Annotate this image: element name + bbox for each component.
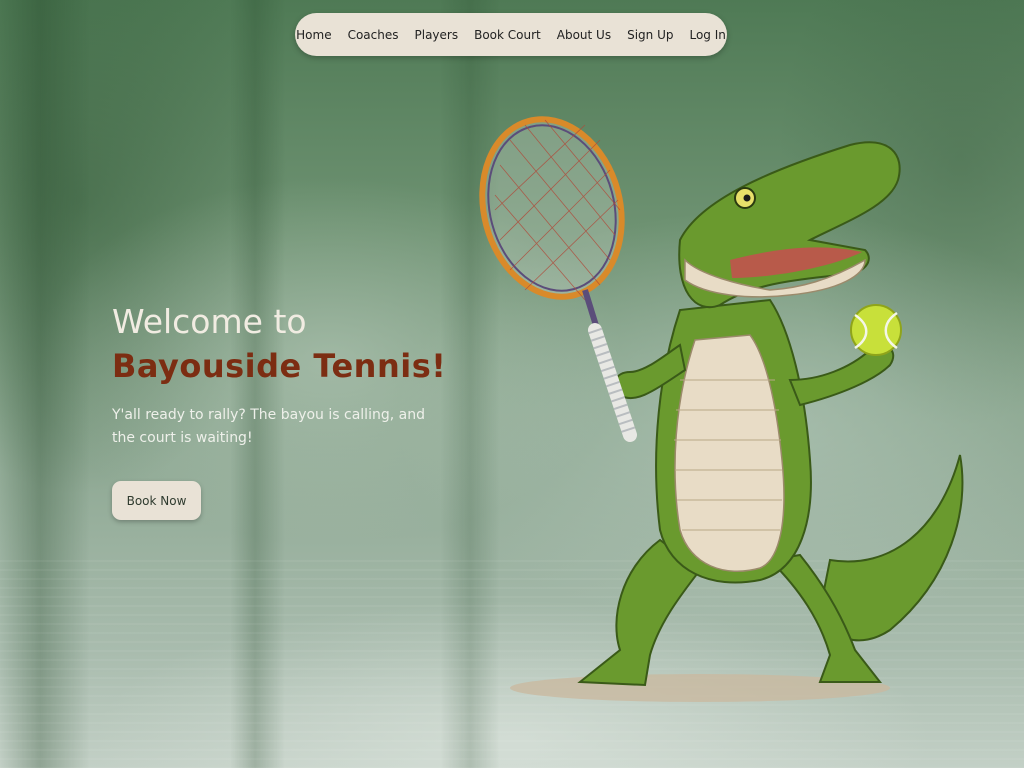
alligator-tennis-mascot-icon [479,116,964,702]
hero-heading-welcome: Welcome to [112,302,307,341]
tennis-ball-icon [850,304,902,356]
nav-coaches-link[interactable]: Coaches [340,28,407,42]
mascot-tail [818,454,964,642]
nav-players-link[interactable]: Players [407,28,467,42]
nav-home-link[interactable]: Home [288,28,339,42]
hero-section: Welcome to Bayouside Tennis! Y'all ready… [112,300,452,450]
nav-book-court-link[interactable]: Book Court [466,28,549,42]
nav-sign-up-link[interactable]: Sign Up [619,28,681,42]
tennis-racket-icon [479,116,637,442]
book-now-button[interactable]: Book Now [112,481,201,520]
hero-subtitle: Y'all ready to rally? The bayou is calli… [112,407,425,446]
hero-heading-brand: Bayouside Tennis! [112,347,447,385]
nav-log-in-link[interactable]: Log In [681,28,733,42]
nav-about-us-link[interactable]: About Us [549,28,619,42]
main-navigation: Home Coaches Players Book Court About Us… [295,13,727,56]
